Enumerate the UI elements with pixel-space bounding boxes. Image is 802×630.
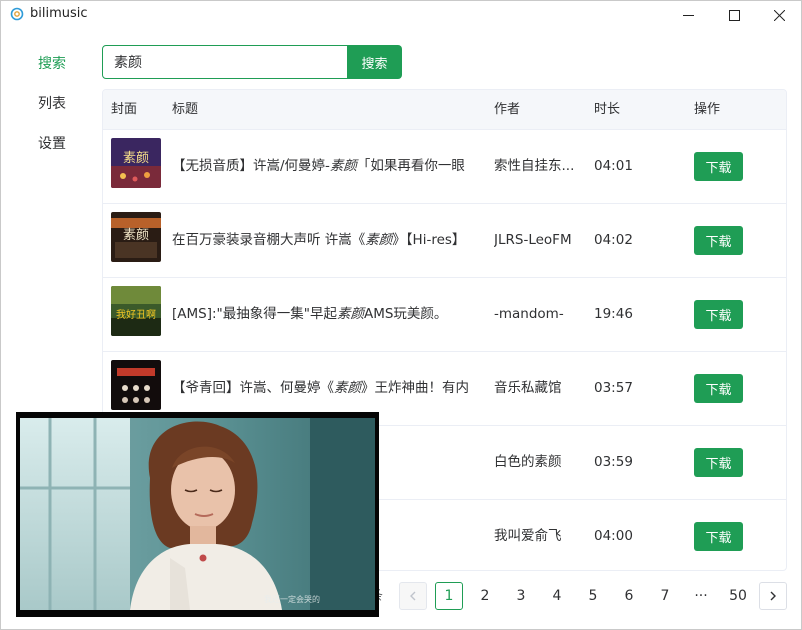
cover-image: 素颜 xyxy=(111,212,161,262)
author-cell: 白色的素颜 xyxy=(494,454,562,470)
app-title: bilimusic xyxy=(30,6,88,21)
title-bar[interactable]: bilimusic xyxy=(1,1,801,29)
author-cell: 音乐私藏馆 xyxy=(494,380,562,396)
author-cell: -mandom- xyxy=(494,306,564,322)
duration-cell: 03:57 xyxy=(594,380,633,396)
sidebar-item-search[interactable]: 搜索 xyxy=(1,46,101,82)
chevron-right-icon xyxy=(770,591,776,601)
app-logo-icon xyxy=(10,7,24,21)
download-button[interactable]: 下载 xyxy=(694,300,743,329)
download-button[interactable]: 下载 xyxy=(694,374,743,403)
page-7[interactable]: 7 xyxy=(651,582,679,610)
author-cell: JLRS-LeoFM xyxy=(494,232,572,248)
title-cell: 在百万豪装录音棚大声听 许嵩《素颜》【Hi-res】 xyxy=(172,232,466,248)
app-window: bilimusic 搜索 列表 设置 搜索 封面 标题 作者 时长 操作 xyxy=(0,0,802,630)
cover-label: 素颜 xyxy=(123,227,149,243)
author-cell: 索性自挂东... xyxy=(494,158,575,174)
page-50[interactable]: 50 xyxy=(723,582,753,610)
page-6[interactable]: 6 xyxy=(615,582,643,610)
video-scene-image: 我还一定会哭的 xyxy=(20,418,375,610)
duration-cell: 04:02 xyxy=(594,232,633,248)
header-author: 作者 xyxy=(494,102,521,117)
duration-cell: 04:01 xyxy=(594,158,633,174)
video-frame: 我还一定会哭的 xyxy=(20,418,375,610)
header-duration: 时长 xyxy=(594,102,621,117)
table-row: 我好丑啊 [AMS]:"最抽象得一集"早起素颜AMS玩美颜。 -mandom- … xyxy=(103,278,786,352)
prev-page-button[interactable] xyxy=(399,582,427,610)
download-button[interactable]: 下载 xyxy=(694,226,743,255)
close-icon xyxy=(773,9,785,21)
search-button[interactable]: 搜索 xyxy=(347,45,402,79)
table-header: 封面 标题 作者 时长 操作 xyxy=(103,90,786,130)
download-button[interactable]: 下载 xyxy=(694,448,743,477)
header-title: 标题 xyxy=(172,102,199,117)
video-subtitle: 我还一定会哭的 xyxy=(264,594,320,604)
sidebar-item-settings[interactable]: 设置 xyxy=(1,126,101,162)
header-action: 操作 xyxy=(694,102,721,117)
search-input[interactable] xyxy=(102,45,348,79)
cover-image: 素颜 xyxy=(111,138,161,188)
cover-label: 素颜 xyxy=(123,150,149,166)
minimize-button[interactable] xyxy=(665,1,711,29)
author-cell: 我叫爱俞飞 xyxy=(494,528,562,544)
cover-image: 我好丑啊 xyxy=(111,286,161,336)
duration-cell: 03:59 xyxy=(594,454,633,470)
cover-label: 我好丑啊 xyxy=(116,309,156,321)
table-row: 素颜 【无损音质】许嵩/何曼婷-素颜「如果再看你一眼 索性自挂东... 04:0… xyxy=(103,130,786,204)
chevron-left-icon xyxy=(410,591,416,601)
video-preview[interactable]: 我还一定会哭的 xyxy=(16,412,379,617)
maximize-icon xyxy=(728,9,740,21)
sidebar-item-list[interactable]: 列表 xyxy=(1,86,101,122)
page-2[interactable]: 2 xyxy=(471,582,499,610)
page-5[interactable]: 5 xyxy=(579,582,607,610)
page-1[interactable]: 1 xyxy=(435,582,463,610)
title-cell: 【无损音质】许嵩/何曼婷-素颜「如果再看你一眼 xyxy=(172,158,465,174)
header-cover: 封面 xyxy=(111,102,138,117)
page-3[interactable]: 3 xyxy=(507,582,535,610)
download-button[interactable]: 下载 xyxy=(694,152,743,181)
pagination: 条 1 2 3 4 5 6 7 ··· 50 xyxy=(361,581,791,611)
table-row: 素颜 在百万豪装录音棚大声听 许嵩《素颜》【Hi-res】 JLRS-LeoFM… xyxy=(103,204,786,278)
duration-cell: 19:46 xyxy=(594,306,633,322)
duration-cell: 04:00 xyxy=(594,528,633,544)
minimize-icon xyxy=(682,14,694,16)
cover-image xyxy=(111,360,161,410)
maximize-button[interactable] xyxy=(711,1,757,29)
page-4[interactable]: 4 xyxy=(543,582,571,610)
download-button[interactable]: 下载 xyxy=(694,522,743,551)
close-button[interactable] xyxy=(756,1,802,29)
title-cell: [AMS]:"最抽象得一集"早起素颜AMS玩美颜。 xyxy=(172,306,448,322)
page-ellipsis[interactable]: ··· xyxy=(687,582,715,610)
next-page-button[interactable] xyxy=(759,582,787,610)
